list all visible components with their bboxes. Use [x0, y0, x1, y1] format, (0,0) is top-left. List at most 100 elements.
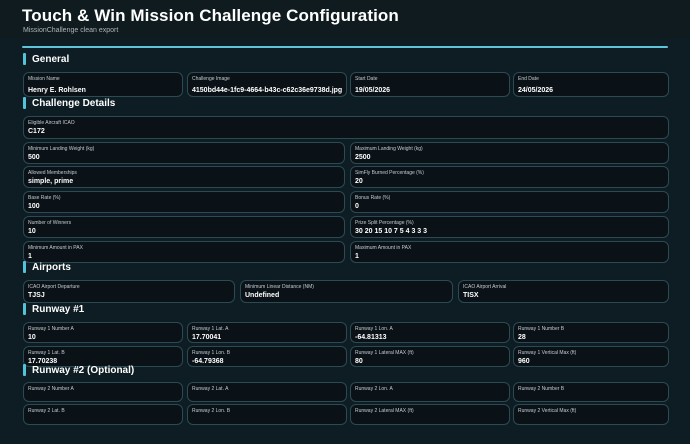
field-label: ICAO Airport Departure: [28, 284, 80, 290]
field-value: -64.79368: [192, 358, 224, 365]
section-title: Challenge Details: [32, 97, 116, 109]
field-label: Runway 1 Number B: [518, 326, 565, 332]
field-value: 28: [518, 334, 526, 341]
field-label: Runway 2 Number A: [28, 386, 74, 392]
section-marker: [23, 53, 26, 65]
runway2-lon-a-field[interactable]: Runway 2 Lon. A: [350, 382, 510, 402]
field-value: 960: [518, 358, 530, 365]
departure-airport-field[interactable]: ICAO Airport Departure TJSJ: [23, 280, 235, 303]
field-value: simple, prime: [28, 178, 74, 185]
runway2-lat-b-field[interactable]: Runway 2 Lat. B: [23, 404, 183, 425]
field-label: Runway 2 Lon. B: [192, 408, 231, 414]
field-label: SimFly Burned Percentage (%): [355, 170, 424, 176]
field-label: Runway 1 Lon. B: [192, 350, 231, 356]
field-label: Runway 1 Lat. A: [192, 326, 229, 332]
field-label: End Date: [518, 76, 539, 82]
field-label: Minimum Linear Distance (NM): [245, 284, 314, 290]
runway1-lon-a-field[interactable]: Runway 1 Lon. A -64.81313: [350, 322, 510, 343]
field-label: Runway 1 Lon. A: [355, 326, 393, 332]
field-value: 10: [28, 228, 36, 235]
runway2-lateral-max-field[interactable]: Runway 2 Lateral MAX (ft): [350, 404, 510, 425]
arrival-airport-field[interactable]: ICAO Airport Arrival TISX: [458, 280, 669, 303]
min-pax-field[interactable]: Minimum Amount in PAX 1: [23, 241, 345, 263]
number-of-winners-field[interactable]: Number of Winners 10: [23, 216, 345, 238]
page-header: Touch & Win Mission Challenge Configurat…: [0, 0, 690, 38]
field-value: 2500: [355, 154, 371, 161]
min-landing-weight-field[interactable]: Minimum Landing Weight (kg) 500: [23, 142, 345, 164]
runway1-lat-a-field[interactable]: Runway 1 Lat. A 17.70041: [187, 322, 347, 343]
section-general: General: [23, 52, 69, 66]
field-value: 4150bd44e-1fc9-4664-b43c-c62c36e9738d.jp…: [192, 87, 343, 94]
field-value: 500: [28, 154, 40, 161]
challenge-image-field[interactable]: Challenge Image 4150bd44e-1fc9-4664-b43c…: [187, 72, 347, 97]
field-label: Number of Winners: [28, 220, 72, 226]
field-value: -64.81313: [355, 334, 387, 341]
runway2-vertical-max-field[interactable]: Runway 2 Vertical Max (ft): [513, 404, 669, 425]
start-date-field[interactable]: Start Date 19/05/2026: [350, 72, 510, 97]
field-label: Runway 2 Lateral MAX (ft): [355, 408, 414, 414]
accent-divider: [22, 46, 668, 48]
field-value: 20: [355, 178, 363, 185]
eligible-aircraft-field[interactable]: Eligible Aircraft ICAO C172: [23, 116, 669, 139]
runway2-number-b-field[interactable]: Runway 2 Number B: [513, 382, 669, 402]
field-label: Runway 1 Lateral MAX (ft): [355, 350, 414, 356]
section-runway-2: Runway #2 (Optional): [23, 363, 134, 377]
runway1-lateral-max-field[interactable]: Runway 1 Lateral MAX (ft) 80: [350, 346, 510, 367]
section-challenge-details: Challenge Details: [23, 96, 115, 110]
runway1-number-b-field[interactable]: Runway 1 Number B 28: [513, 322, 669, 343]
field-label: Runway 2 Number B: [518, 386, 565, 392]
section-title: Runway #1: [32, 303, 85, 315]
field-value: Undefined: [245, 292, 280, 299]
simfly-burned-field[interactable]: SimFly Burned Percentage (%) 20: [350, 166, 669, 188]
field-value: 10: [28, 334, 36, 341]
field-label: Minimum Landing Weight (kg): [28, 146, 95, 152]
allowed-memberships-field[interactable]: Allowed Memberships simple, prime: [23, 166, 345, 188]
field-value: 17.70041: [192, 334, 222, 341]
field-label: Minimum Amount in PAX: [28, 245, 83, 251]
section-title: General: [32, 53, 70, 65]
min-linear-distance-field[interactable]: Minimum Linear Distance (NM) Undefined: [240, 280, 453, 303]
runway2-number-a-field[interactable]: Runway 2 Number A: [23, 382, 183, 402]
field-label: Runway 1 Number A: [28, 326, 74, 332]
section-title: Airports: [32, 261, 71, 273]
field-label: Prize Split Percentage (%): [355, 220, 414, 226]
field-value: 100: [28, 203, 40, 210]
page-title: Touch & Win Mission Challenge Configurat…: [22, 6, 399, 25]
page-subtitle: MissionChallenge clean export: [23, 27, 119, 34]
field-label: Maximum Landing Weight (kg): [355, 146, 423, 152]
section-airports: Airports: [23, 260, 71, 274]
field-value: C172: [28, 128, 45, 135]
field-label: Runway 1 Lat. B: [28, 350, 65, 356]
runway1-lon-b-field[interactable]: Runway 1 Lon. B -64.79368: [187, 346, 347, 367]
field-label: Base Rate (%): [28, 195, 61, 201]
field-label: ICAO Airport Arrival: [463, 284, 507, 290]
prize-split-field[interactable]: Prize Split Percentage (%) 30 20 15 10 7…: [350, 216, 669, 238]
max-pax-field[interactable]: Maximum Amount in PAX 1: [350, 241, 669, 263]
runway1-number-a-field[interactable]: Runway 1 Number A 10: [23, 322, 183, 343]
field-label: Maximum Amount in PAX: [355, 245, 412, 251]
field-label: Runway 2 Lat. B: [28, 408, 65, 414]
field-value: TISX: [463, 292, 479, 299]
bonus-rate-field[interactable]: Bonus Rate (%) 0: [350, 191, 669, 213]
end-date-field[interactable]: End Date 24/05/2026: [513, 72, 669, 97]
field-label: Eligible Aircraft ICAO: [28, 120, 75, 126]
field-label: Allowed Memberships: [28, 170, 77, 176]
section-marker: [23, 97, 26, 109]
max-landing-weight-field[interactable]: Maximum Landing Weight (kg) 2500: [350, 142, 669, 164]
mission-name-field[interactable]: Mission Name Henry E. Rohlsen: [23, 72, 183, 97]
section-title: Runway #2 (Optional): [32, 364, 135, 376]
runway1-vertical-max-field[interactable]: Runway 1 Vertical Max (ft) 960: [513, 346, 669, 367]
section-marker: [23, 261, 26, 273]
section-runway-1: Runway #1: [23, 302, 84, 316]
field-value: 1: [28, 253, 32, 260]
section-marker: [23, 364, 26, 376]
field-label: Mission Name: [28, 76, 60, 82]
runway2-lon-b-field[interactable]: Runway 2 Lon. B: [187, 404, 347, 425]
field-label: Runway 2 Lat. A: [192, 386, 229, 392]
base-rate-field[interactable]: Base Rate (%) 100: [23, 191, 345, 213]
field-value: 1: [355, 253, 359, 260]
field-label: Start Date: [355, 76, 378, 82]
section-marker: [23, 303, 26, 315]
runway2-lat-a-field[interactable]: Runway 2 Lat. A: [187, 382, 347, 402]
field-value: Henry E. Rohlsen: [28, 87, 86, 94]
